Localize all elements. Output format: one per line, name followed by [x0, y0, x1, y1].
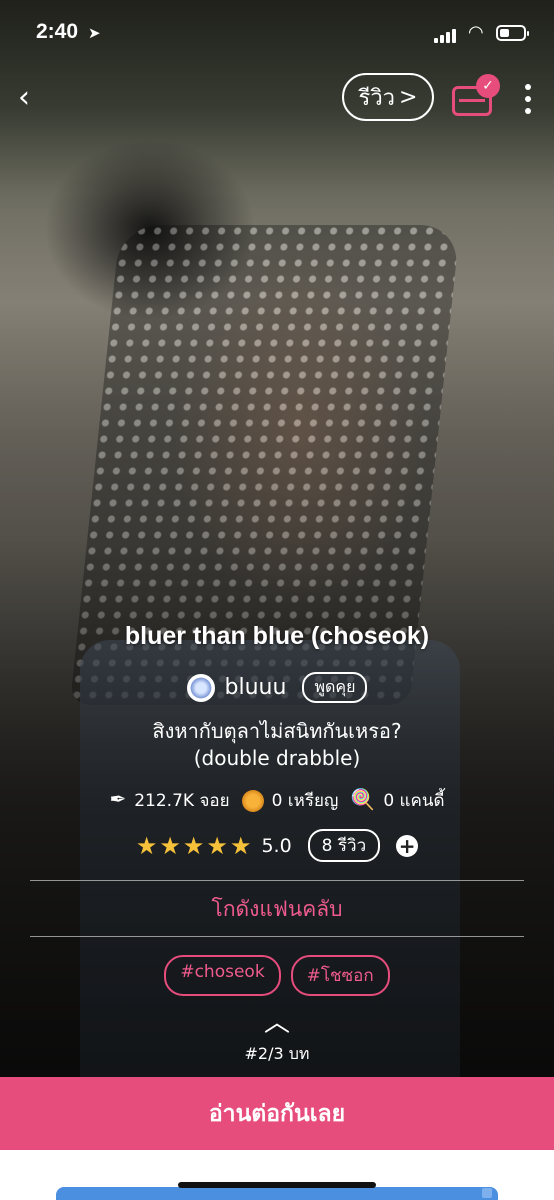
tag-list: #choseok #โชซอก: [0, 955, 554, 996]
review-count-button[interactable]: 8 รีวิว: [307, 829, 381, 862]
status-bar: 2:40 ➤ ◠: [0, 0, 554, 68]
avatar[interactable]: [186, 673, 215, 702]
story-title: bluer than blue (choseok): [124, 622, 430, 650]
rating-row: ★★★★★ 5.0 8 รีวิว +: [0, 829, 554, 862]
chat-button[interactable]: พูดคุย: [302, 672, 368, 703]
signal-icon: [434, 27, 460, 43]
chevron-right-icon: >: [399, 84, 418, 110]
tag-chip[interactable]: #โชซอก: [290, 955, 390, 996]
description-line-1: สิงหากับตุลาไม่สนิทกันเหรอ?: [152, 719, 402, 743]
divider: [30, 880, 524, 881]
fanclub-link[interactable]: โกดังแฟนคลับ: [0, 893, 554, 926]
ad-banner[interactable]: [56, 1187, 498, 1200]
status-time: 2:40: [36, 20, 79, 43]
views-stat: ✒ 212.7K จอย: [109, 787, 229, 814]
chapter-indicator: #2/3 บท: [244, 1044, 310, 1063]
lollipop-icon: 🍭: [350, 787, 376, 811]
coins-count: 0 เหรียญ: [271, 791, 339, 811]
chevron-left-icon: ‹: [18, 80, 30, 115]
story-description: สิงหากับตุลาไม่สนิทกันเหรอ? (double drab…: [0, 718, 554, 772]
continue-reading-button[interactable]: อ่านต่อกันเลย: [0, 1077, 554, 1150]
coins-stat: 0 เหรียญ: [241, 787, 339, 814]
candies-stat: 🍭 0 แคนดี้: [350, 787, 444, 814]
divider: [30, 936, 524, 937]
views-count: 212.7K จอย: [134, 791, 230, 811]
author-row: bluuu พูดคุย: [0, 672, 554, 703]
add-review-icon[interactable]: +: [396, 834, 419, 857]
wifi-icon: ◠: [468, 22, 484, 43]
battery-icon: [496, 25, 529, 41]
rating-score: 5.0: [261, 834, 292, 857]
review-button[interactable]: รีวิว >: [342, 73, 434, 121]
back-button[interactable]: ‹: [18, 80, 50, 116]
chevron-up-icon[interactable]: ︿: [262, 1002, 292, 1038]
tag-chip[interactable]: #choseok: [164, 955, 281, 996]
pen-nib-icon: ✒: [109, 787, 127, 811]
candies-count: 0 แคนดี้: [383, 791, 445, 811]
check-badge-icon: ✓: [476, 74, 500, 98]
location-arrow-icon: ➤: [88, 24, 101, 42]
star-rating-icon: ★★★★★: [135, 831, 254, 860]
author-name[interactable]: bluuu: [225, 675, 287, 700]
ad-info-icon[interactable]: [482, 1188, 492, 1198]
review-button-label: รีวิว: [358, 85, 396, 111]
more-vertical-icon[interactable]: [518, 82, 538, 116]
coin-icon: [241, 790, 264, 812]
inbox-check-icon[interactable]: ✓: [452, 74, 500, 120]
home-indicator[interactable]: [178, 1182, 376, 1188]
stats-row: ✒ 212.7K จอย 0 เหรียญ 🍭 0 แคนดี้: [0, 787, 554, 814]
description-line-2: (double drabble): [193, 746, 361, 770]
